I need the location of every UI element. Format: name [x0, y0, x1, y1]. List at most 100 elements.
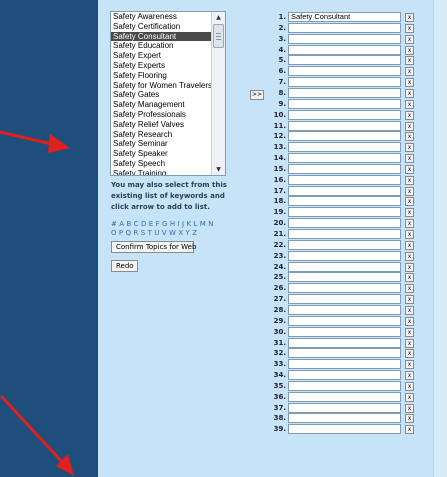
- remove-topic-button[interactable]: x: [405, 305, 414, 315]
- topic-input[interactable]: [288, 413, 401, 424]
- alphabet-link[interactable]: R: [133, 229, 138, 237]
- remove-topic-button[interactable]: x: [405, 208, 414, 218]
- alphabet-link[interactable]: O: [111, 229, 117, 237]
- topic-input[interactable]: [288, 218, 401, 229]
- remove-topic-button[interactable]: x: [405, 392, 414, 402]
- topic-input[interactable]: [288, 424, 401, 435]
- remove-topic-button[interactable]: x: [405, 273, 414, 283]
- remove-topic-button[interactable]: x: [405, 403, 414, 413]
- remove-topic-button[interactable]: x: [405, 78, 414, 88]
- topic-input[interactable]: [288, 272, 401, 283]
- topic-input[interactable]: [288, 239, 401, 250]
- topic-input[interactable]: [288, 370, 401, 381]
- keyword-option[interactable]: Safety Management: [111, 100, 211, 110]
- alphabet-link[interactable]: H: [170, 220, 176, 228]
- alphabet-link[interactable]: Y: [186, 229, 191, 237]
- keyword-option[interactable]: Safety Relief Valves: [111, 120, 211, 130]
- remove-topic-button[interactable]: x: [405, 164, 414, 174]
- remove-topic-button[interactable]: x: [405, 23, 414, 33]
- topic-input[interactable]: [288, 326, 401, 337]
- topic-input[interactable]: [288, 22, 401, 33]
- topic-input[interactable]: [288, 402, 401, 413]
- keyword-option[interactable]: Safety Professionals: [111, 110, 211, 120]
- topic-input[interactable]: [288, 304, 401, 315]
- keyword-option[interactable]: Safety Research: [111, 130, 211, 140]
- remove-topic-button[interactable]: x: [405, 13, 414, 22]
- keyword-option[interactable]: Safety Certification: [111, 22, 211, 32]
- remove-topic-button[interactable]: x: [405, 67, 414, 77]
- topic-input[interactable]: [288, 294, 401, 305]
- remove-topic-button[interactable]: x: [405, 414, 414, 424]
- alphabet-link[interactable]: N: [208, 220, 214, 228]
- remove-topic-button[interactable]: x: [405, 175, 414, 185]
- keyword-option[interactable]: Safety Gates: [111, 90, 211, 100]
- listbox-scrollbar[interactable]: ▲ ▼: [211, 12, 225, 175]
- remove-topic-button[interactable]: x: [405, 34, 414, 44]
- scroll-up-icon[interactable]: ▲: [212, 12, 225, 23]
- alphabet-link[interactable]: X: [178, 229, 183, 237]
- remove-topic-button[interactable]: x: [405, 360, 414, 370]
- alphabet-link[interactable]: I: [178, 220, 180, 228]
- topic-input[interactable]: [288, 250, 401, 261]
- remove-topic-button[interactable]: x: [405, 316, 414, 326]
- alphabet-link[interactable]: M: [200, 220, 206, 228]
- alphabet-link[interactable]: K: [186, 220, 191, 228]
- keyword-option[interactable]: Safety for Women Travelers: [111, 81, 211, 91]
- keyword-option[interactable]: Safety Flooring: [111, 71, 211, 81]
- topic-input[interactable]: [288, 380, 401, 391]
- topic-input[interactable]: [288, 337, 401, 348]
- keyword-option[interactable]: Safety Education: [111, 41, 211, 51]
- remove-topic-button[interactable]: x: [405, 425, 414, 435]
- topic-input[interactable]: [288, 283, 401, 294]
- keyword-option[interactable]: Safety Expert: [111, 51, 211, 61]
- remove-topic-button[interactable]: x: [405, 284, 414, 294]
- scroll-down-icon[interactable]: ▼: [212, 164, 225, 175]
- topic-input[interactable]: [288, 348, 401, 359]
- redo-button[interactable]: Redo: [111, 260, 138, 272]
- keyword-listbox[interactable]: Safety Awareness Safety Certification Safe…: [110, 11, 226, 176]
- topic-input[interactable]: [288, 98, 401, 109]
- remove-topic-button[interactable]: x: [405, 99, 414, 109]
- topic-input[interactable]: [288, 66, 401, 77]
- alphabet-link[interactable]: D: [141, 220, 147, 228]
- alphabet-link[interactable]: V: [162, 229, 167, 237]
- keyword-option[interactable]: Safety Speech: [111, 159, 211, 169]
- topic-input[interactable]: [288, 163, 401, 174]
- remove-topic-button[interactable]: x: [405, 240, 414, 250]
- alphabet-link[interactable]: S: [141, 229, 146, 237]
- remove-topic-button[interactable]: x: [405, 230, 414, 239]
- scroll-thumb[interactable]: [213, 24, 224, 48]
- remove-topic-button[interactable]: x: [405, 110, 414, 120]
- topic-input[interactable]: [288, 196, 401, 207]
- remove-topic-button[interactable]: x: [405, 262, 414, 272]
- alphabet-link[interactable]: B: [126, 220, 131, 228]
- remove-topic-button[interactable]: x: [405, 45, 414, 55]
- remove-topic-button[interactable]: x: [405, 186, 414, 196]
- keyword-option[interactable]: Safety Consultant: [111, 31, 211, 42]
- remove-topic-button[interactable]: x: [405, 56, 414, 66]
- remove-topic-button[interactable]: x: [405, 219, 414, 229]
- remove-topic-button[interactable]: x: [405, 154, 414, 164]
- topic-input[interactable]: [288, 87, 401, 98]
- topic-input[interactable]: [288, 359, 401, 370]
- remove-topic-button[interactable]: x: [405, 132, 414, 142]
- remove-topic-button[interactable]: x: [405, 197, 414, 207]
- topic-input[interactable]: [288, 77, 401, 88]
- topic-input[interactable]: [288, 261, 401, 272]
- topic-input[interactable]: [288, 120, 401, 131]
- alphabet-link[interactable]: P: [119, 229, 124, 237]
- remove-topic-button[interactable]: x: [405, 338, 414, 348]
- remove-topic-button[interactable]: x: [405, 143, 414, 153]
- topic-input[interactable]: [288, 391, 401, 402]
- keyword-option[interactable]: Safety Awareness: [111, 12, 211, 22]
- topic-input[interactable]: [288, 153, 401, 164]
- alphabet-link[interactable]: Z: [192, 229, 197, 237]
- alphabet-link[interactable]: E: [149, 220, 154, 228]
- remove-topic-button[interactable]: x: [405, 371, 414, 381]
- alphabet-link[interactable]: W: [169, 229, 176, 237]
- keyword-option[interactable]: Safety Speaker: [111, 149, 211, 159]
- remove-topic-button[interactable]: x: [405, 251, 414, 261]
- topic-input[interactable]: [288, 55, 401, 66]
- alphabet-link[interactable]: #: [111, 220, 117, 228]
- alphabet-link[interactable]: G: [162, 220, 168, 228]
